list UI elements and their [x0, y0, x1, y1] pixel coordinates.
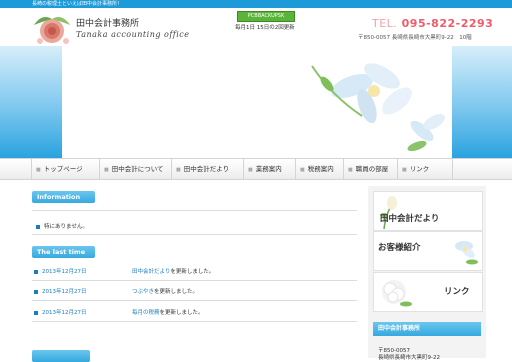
news-link[interactable]: 田中会計だより: [132, 269, 170, 275]
banner-label: お客様紹介: [378, 243, 421, 253]
hero-image: [62, 46, 452, 158]
company-name[interactable]: 田中会計事務所: [76, 16, 139, 29]
banner-label: リンク: [444, 287, 470, 297]
hero-banner: [0, 46, 512, 158]
nav-dot-icon: ■: [248, 167, 253, 173]
nav-item-about[interactable]: ■ 田中会計について: [99, 159, 172, 179]
news-text: 毎月の税務を更新しました。: [132, 310, 204, 316]
flower-photo-icon: [311, 63, 445, 152]
flower-logo-icon[interactable]: [30, 11, 74, 47]
news-row: 2013年12月27日 毎月の税務を更新しました。: [34, 305, 357, 319]
top-tagline-bar: 長崎の税理士といえば田中会計事務所！: [0, 0, 512, 8]
news-link[interactable]: つぶやき: [132, 289, 154, 295]
last-time-heading: The last time: [32, 246, 95, 258]
news-row: 2013年12月27日 つぶやきを更新しました。: [34, 284, 357, 298]
banner-label: 田中会計だより: [380, 214, 440, 224]
nav-item-top[interactable]: ■ トップページ: [31, 159, 100, 179]
nav-dot-icon: ■: [348, 167, 353, 173]
office-address: 〒850-0057 長崎県長崎市大黒町9-22 10階: [358, 35, 472, 41]
sidebar-office-heading: 田中会計事務所: [373, 322, 481, 336]
company-name-english[interactable]: Tanaka accounting office: [76, 30, 190, 39]
information-heading: Information: [32, 191, 95, 203]
nav-item-staff[interactable]: ■ 職員の部屋: [343, 159, 398, 179]
tagline-text: 長崎の税理士といえば田中会計事務所！: [32, 1, 123, 7]
sidebar-address: 長崎県長崎市大黒町9-22: [378, 355, 440, 361]
nav-dot-icon: ■: [36, 167, 41, 173]
nav-dot-icon: ■: [300, 167, 305, 173]
nav-dot-icon: ■: [176, 167, 181, 173]
news-link[interactable]: 毎月の税務: [132, 310, 160, 316]
news-text: つぶやきを更新しました。: [132, 289, 199, 295]
divider: [32, 300, 357, 301]
flower-icon: [382, 280, 412, 307]
divider: [32, 280, 357, 281]
bullet-icon: [34, 310, 38, 315]
news-date: 2013年12月27日: [34, 287, 87, 295]
nav-dot-icon: ■: [402, 167, 407, 173]
divider: [32, 321, 357, 322]
news-date: 2013年12月27日: [34, 308, 87, 316]
news-row: 2013年12月27日 田中会計だよりを更新しました。: [34, 264, 357, 278]
update-schedule-note: 毎月1日 15日の2回更新: [235, 25, 295, 31]
bullet-icon: [34, 289, 38, 294]
flower-icon: [455, 241, 478, 265]
bullet-icon: [36, 224, 40, 229]
nav-item-links[interactable]: ■ リンク: [397, 159, 453, 179]
newsletter-banner[interactable]: 田中会計だより: [373, 191, 483, 231]
news-text: 田中会計だよりを更新しました。: [132, 269, 215, 275]
links-banner[interactable]: リンク: [373, 272, 483, 312]
update-badge[interactable]: PCBBACKUPSK: [237, 11, 295, 22]
news-date: 2013年12月27日: [34, 267, 87, 275]
nav-dot-icon: ■: [104, 167, 109, 173]
telephone-number: TEL. 095-822-2293: [372, 17, 493, 30]
next-section-heading: [32, 350, 90, 362]
bullet-icon: [34, 269, 38, 274]
tel-value: 095-822-2293: [401, 17, 494, 30]
customers-banner[interactable]: お客様紹介: [373, 231, 483, 271]
nav-item-tax[interactable]: ■ 税務案内: [295, 159, 344, 179]
tel-label: TEL.: [372, 17, 398, 30]
divider: [32, 234, 357, 235]
information-text: 特にありません。: [36, 222, 88, 230]
divider: [32, 210, 357, 211]
nav-item-services[interactable]: ■ 業務案内: [243, 159, 296, 179]
nav-item-newsletter[interactable]: ■ 田中会計だより: [171, 159, 244, 179]
main-navigation: ■ トップページ ■ 田中会計について ■ 田中会計だより ■ 業務案内 ■ 税務案内 ■…: [0, 158, 512, 180]
